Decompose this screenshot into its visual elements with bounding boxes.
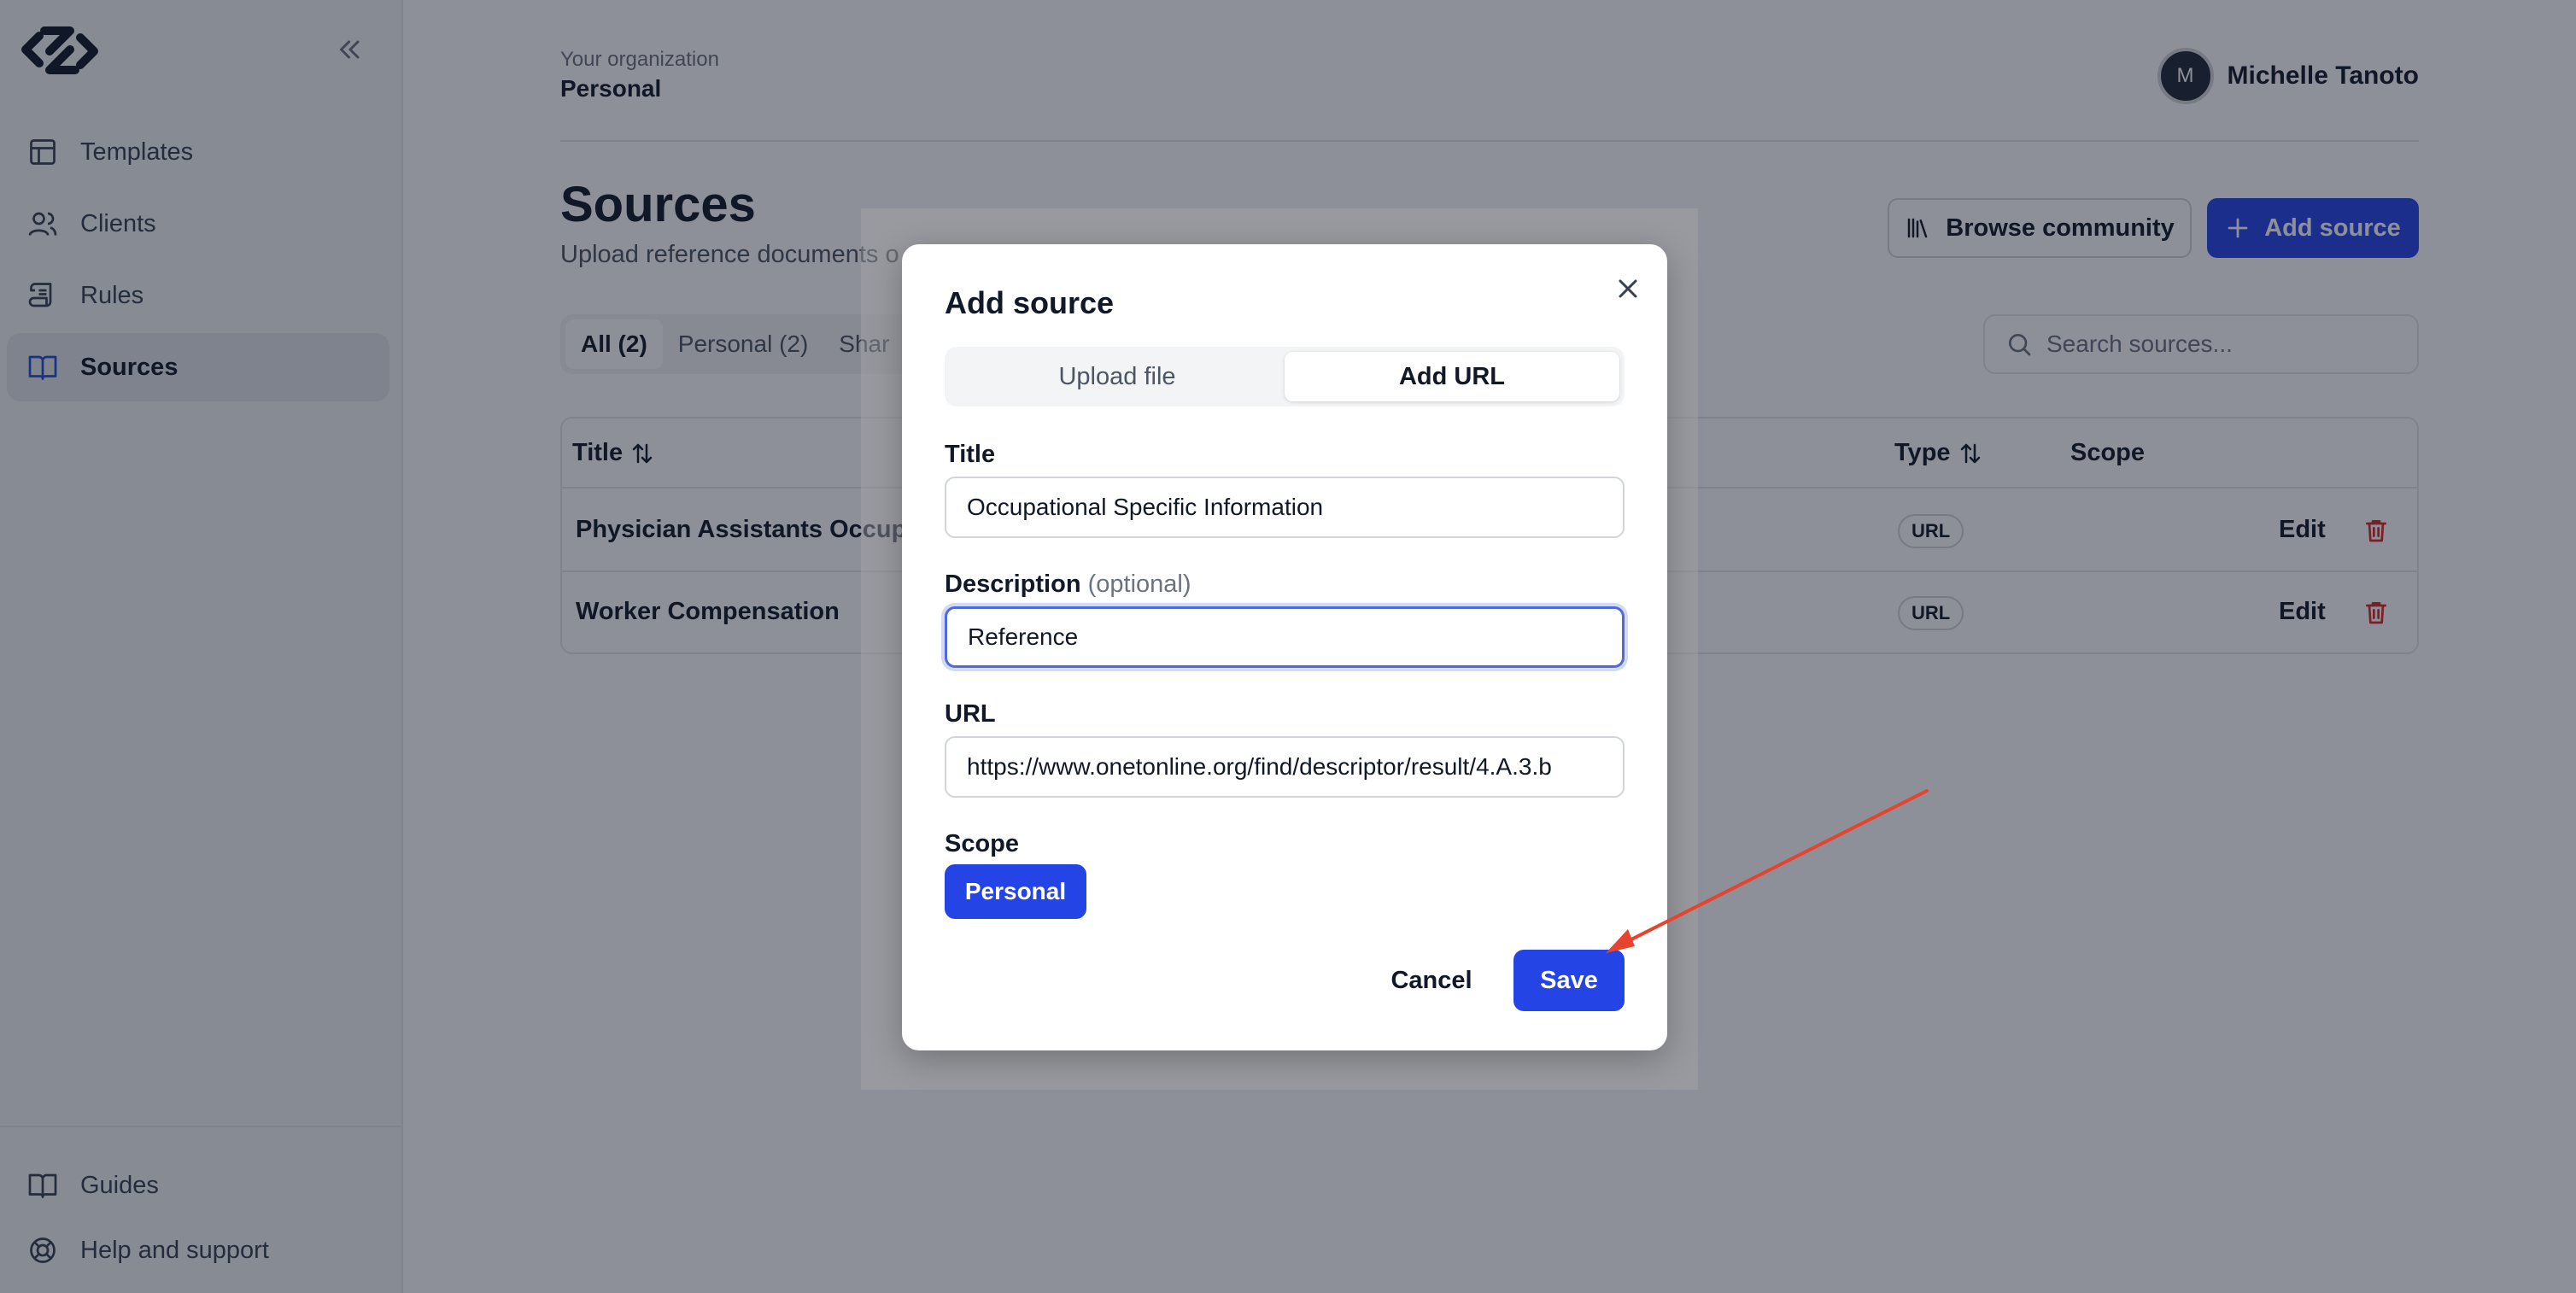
save-button[interactable]: Save: [1513, 950, 1625, 1011]
description-field[interactable]: [947, 609, 1622, 665]
source-mode-tabs: Upload file Add URL: [945, 347, 1625, 407]
description-label-text: Description: [945, 570, 1081, 598]
title-field-wrapper: [945, 477, 1625, 538]
url-field[interactable]: [946, 738, 1623, 796]
url-field-label: URL: [945, 700, 996, 728]
description-field-label: Description (optional): [945, 570, 1191, 599]
tab-add-url[interactable]: Add URL: [1285, 352, 1619, 401]
scope-label: Scope: [945, 830, 1020, 857]
close-icon[interactable]: [1613, 273, 1643, 304]
description-field-wrapper: [945, 606, 1625, 668]
title-field-label: Title: [945, 441, 996, 468]
cancel-button[interactable]: Cancel: [1380, 950, 1483, 1011]
add-source-dialog: Add source Upload file Add URL Title Des…: [902, 244, 1667, 1050]
url-field-wrapper: [945, 736, 1625, 798]
title-field[interactable]: [946, 478, 1623, 536]
scope-personal-option[interactable]: Personal: [945, 864, 1086, 919]
tab-upload-file[interactable]: Upload file: [950, 352, 1285, 401]
optional-hint: (optional): [1087, 570, 1191, 598]
dialog-title: Add source: [945, 285, 1115, 320]
